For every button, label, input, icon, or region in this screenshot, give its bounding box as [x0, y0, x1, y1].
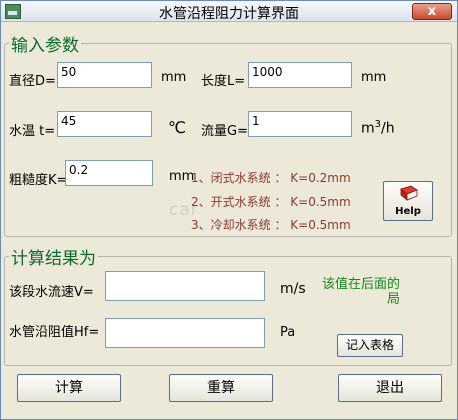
roughness-input[interactable]: 0.2: [65, 160, 153, 186]
diameter-input[interactable]: 50: [57, 62, 152, 88]
input-params-title: 输入参数: [9, 31, 81, 56]
length-unit: mm: [361, 70, 387, 85]
roughness-label: 粗糙度K=: [9, 173, 68, 188]
record-to-table-button[interactable]: 记入表格: [337, 334, 403, 357]
temperature-label: 水温 t=: [9, 124, 56, 139]
diameter-unit: mm: [161, 70, 187, 85]
temperature-unit: ℃: [168, 118, 186, 137]
flow-unit-suffix: /h: [381, 120, 395, 137]
resistance-unit: Pa: [280, 325, 296, 340]
note-open-system: 2、开式水系统 ： K=0.5mm: [191, 195, 351, 209]
calculate-button[interactable]: 计算: [17, 374, 121, 402]
close-button[interactable]: x: [412, 3, 452, 20]
flow-input[interactable]: 1: [248, 111, 352, 137]
velocity-label: 该段水流速V=: [9, 285, 94, 300]
results-title: 计算结果为: [9, 244, 98, 269]
result-hint-line2: 局: [386, 292, 400, 307]
note-cooling-system: 3、冷却水系统 ： K=0.5mm: [191, 218, 351, 232]
temperature-input[interactable]: 45: [57, 111, 152, 137]
flow-unit-base: m: [361, 120, 375, 137]
title-bar: 水管沿程阻力计算界面 x: [1, 1, 457, 22]
main-window: 水管沿程阻力计算界面 x 输入参数 直径D= 50 mm 长度L= 1000 m…: [0, 0, 458, 420]
resistance-output[interactable]: [105, 318, 265, 348]
book-icon: [400, 185, 418, 201]
help-button[interactable]: Help: [383, 181, 433, 221]
exit-button[interactable]: 退出: [338, 374, 442, 402]
result-hint: 该值在后面的 局: [305, 277, 400, 307]
recalculate-button[interactable]: 重算: [169, 374, 273, 402]
length-label: 长度L=: [201, 74, 246, 89]
velocity-output[interactable]: [105, 271, 265, 301]
flow-unit: m3/h: [361, 119, 395, 137]
diameter-label: 直径D=: [9, 74, 56, 89]
resistance-label: 水管沿阻值Hf=: [9, 325, 100, 340]
velocity-unit: m/s: [280, 281, 306, 297]
length-input[interactable]: 1000: [248, 62, 352, 88]
flow-label: 流量G=: [201, 124, 248, 139]
note-closed-system: 1、闭式水系统 ： K=0.2mm: [191, 171, 351, 185]
result-hint-line1: 该值在后面的: [321, 277, 400, 292]
help-label: Help: [395, 206, 421, 217]
window-title: 水管沿程阻力计算界面: [159, 6, 299, 22]
